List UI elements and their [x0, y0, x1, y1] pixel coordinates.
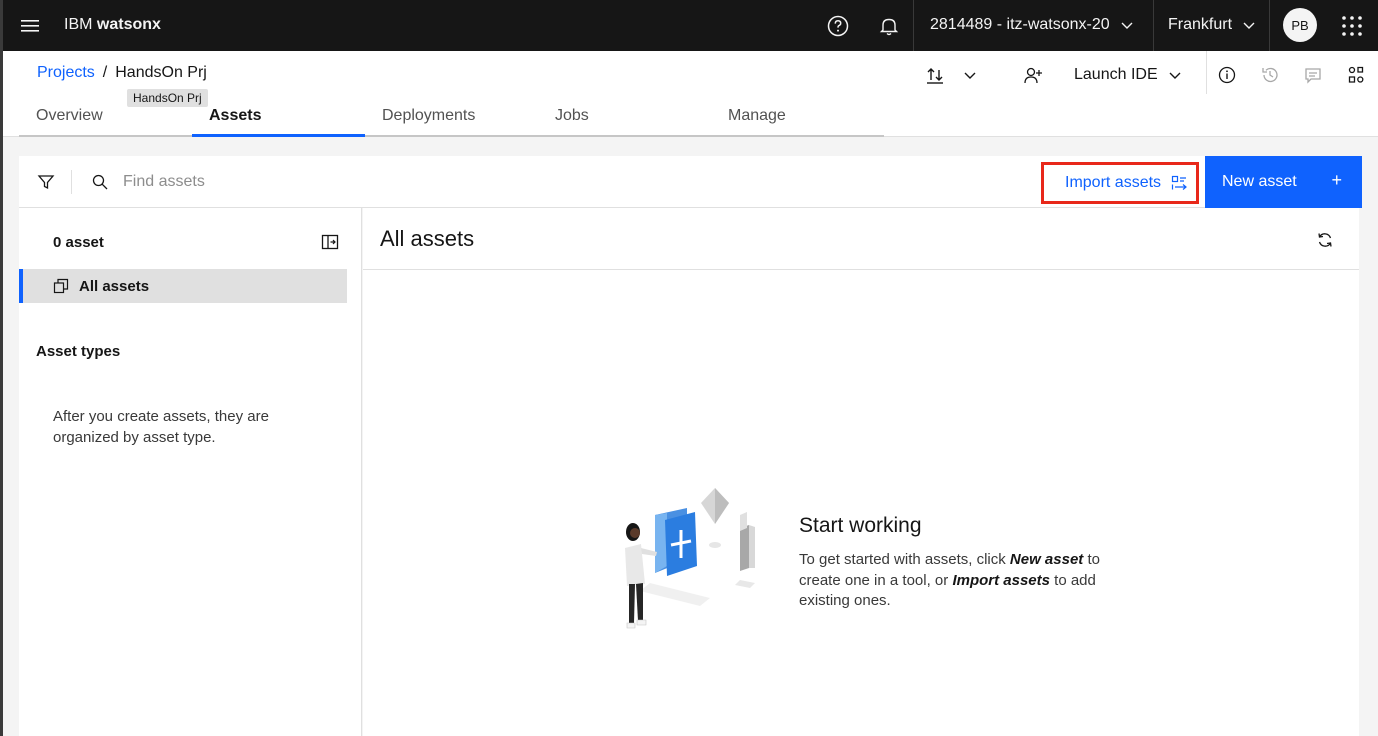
asset-count: 0 asset: [53, 234, 104, 251]
upload-download-icon[interactable]: [925, 65, 945, 85]
sidebar-item-all-assets[interactable]: All assets: [19, 269, 347, 303]
project-header: Projects / HandsOn Prj HandsOn Prj Launc…: [3, 51, 1378, 137]
tab-assets[interactable]: Assets: [192, 94, 365, 137]
chevron-down-icon: [1169, 72, 1181, 79]
brand-prefix: IBM: [64, 16, 93, 33]
history-icon[interactable]: [1260, 65, 1280, 85]
breadcrumb-separator: /: [102, 64, 108, 81]
info-icon[interactable]: [1217, 65, 1237, 85]
brand-name: watsonx: [96, 16, 161, 33]
topbar-divider: [913, 0, 914, 51]
desc-part: To get started with assets, click: [799, 551, 1010, 568]
account-switcher[interactable]: 2814489 - itz-watsonx-20: [930, 16, 1134, 34]
all-assets-panel: All assets Start working To get started …: [363, 208, 1359, 736]
empty-state-illustration: [615, 488, 765, 638]
breadcrumb-projects-link[interactable]: Projects: [37, 64, 95, 82]
find-assets-search-input[interactable]: [123, 170, 623, 194]
filter-icon[interactable]: [37, 173, 55, 191]
chevron-down-icon[interactable]: [960, 65, 980, 85]
hamburger-menu-icon[interactable]: [17, 13, 43, 39]
search-icon: [91, 173, 109, 191]
desc-new-asset-emphasis: New asset: [1009, 551, 1084, 568]
page-title: All assets: [380, 226, 475, 251]
sidebar-item-label: All assets: [79, 277, 150, 295]
plus-icon: +: [1331, 170, 1342, 190]
breadcrumb-project-name: HandsOn Prj: [115, 64, 207, 81]
import-icon: [1171, 175, 1187, 190]
assets-toolbar: Import assets New asset +: [19, 156, 1362, 208]
import-assets-button[interactable]: Import assets: [1041, 162, 1199, 204]
launch-ide-label: Launch IDE: [1074, 66, 1158, 83]
asset-side-panel: 0 asset All assets Asset types After you…: [19, 208, 362, 736]
all-assets-header: All assets: [363, 208, 1359, 270]
header-divider: [1206, 51, 1207, 94]
chevron-down-icon: [1121, 22, 1133, 29]
region-label: Frankfurt: [1168, 16, 1233, 33]
app-switcher-icon[interactable]: [1339, 13, 1365, 39]
import-assets-label: Import assets: [1065, 174, 1162, 191]
add-collaborator-icon[interactable]: [1023, 65, 1043, 85]
toolbar-divider: [71, 170, 72, 194]
account-label: 2814489 - itz-watsonx-20: [930, 16, 1110, 33]
refresh-icon[interactable]: [1316, 231, 1334, 249]
user-avatar[interactable]: PB: [1283, 8, 1317, 42]
new-asset-label: New asset: [1222, 173, 1297, 190]
empty-state-description: To get started with assets, click New as…: [799, 550, 1129, 612]
top-navigation-bar: IBM watsonx 2814489 - itz-watsonx-20 Fra…: [3, 0, 1378, 51]
topbar-divider: [1153, 0, 1154, 51]
topbar-divider: [1269, 0, 1270, 51]
tab-manage[interactable]: Manage: [711, 94, 884, 137]
new-asset-button[interactable]: New asset +: [1205, 156, 1362, 208]
project-tabs: Overview Assets Deployments Jobs Manage: [19, 94, 884, 137]
tab-deployments[interactable]: Deployments: [365, 94, 538, 137]
launch-ide-menu[interactable]: Launch IDE: [1074, 66, 1182, 84]
collapse-panel-icon[interactable]: [321, 233, 339, 251]
notification-bell-icon[interactable]: [876, 13, 902, 39]
chevron-down-icon: [1243, 22, 1255, 29]
help-icon[interactable]: [825, 13, 851, 39]
tab-overview[interactable]: Overview: [19, 94, 192, 137]
region-switcher[interactable]: Frankfurt: [1168, 16, 1256, 34]
breadcrumb: Projects / HandsOn Prj: [37, 64, 207, 82]
apps-grid-icon[interactable]: [1346, 65, 1366, 85]
tab-jobs[interactable]: Jobs: [538, 94, 711, 137]
asset-types-empty-message: After you create assets, they are organi…: [53, 408, 269, 446]
product-brand[interactable]: IBM watsonx: [64, 16, 161, 34]
asset-types-heading: Asset types: [36, 343, 121, 360]
empty-state-title: Start working: [799, 514, 922, 537]
desc-import-assets-emphasis: Import assets: [952, 571, 1050, 589]
copy-icon: [53, 278, 69, 294]
comments-icon[interactable]: [1303, 65, 1323, 85]
